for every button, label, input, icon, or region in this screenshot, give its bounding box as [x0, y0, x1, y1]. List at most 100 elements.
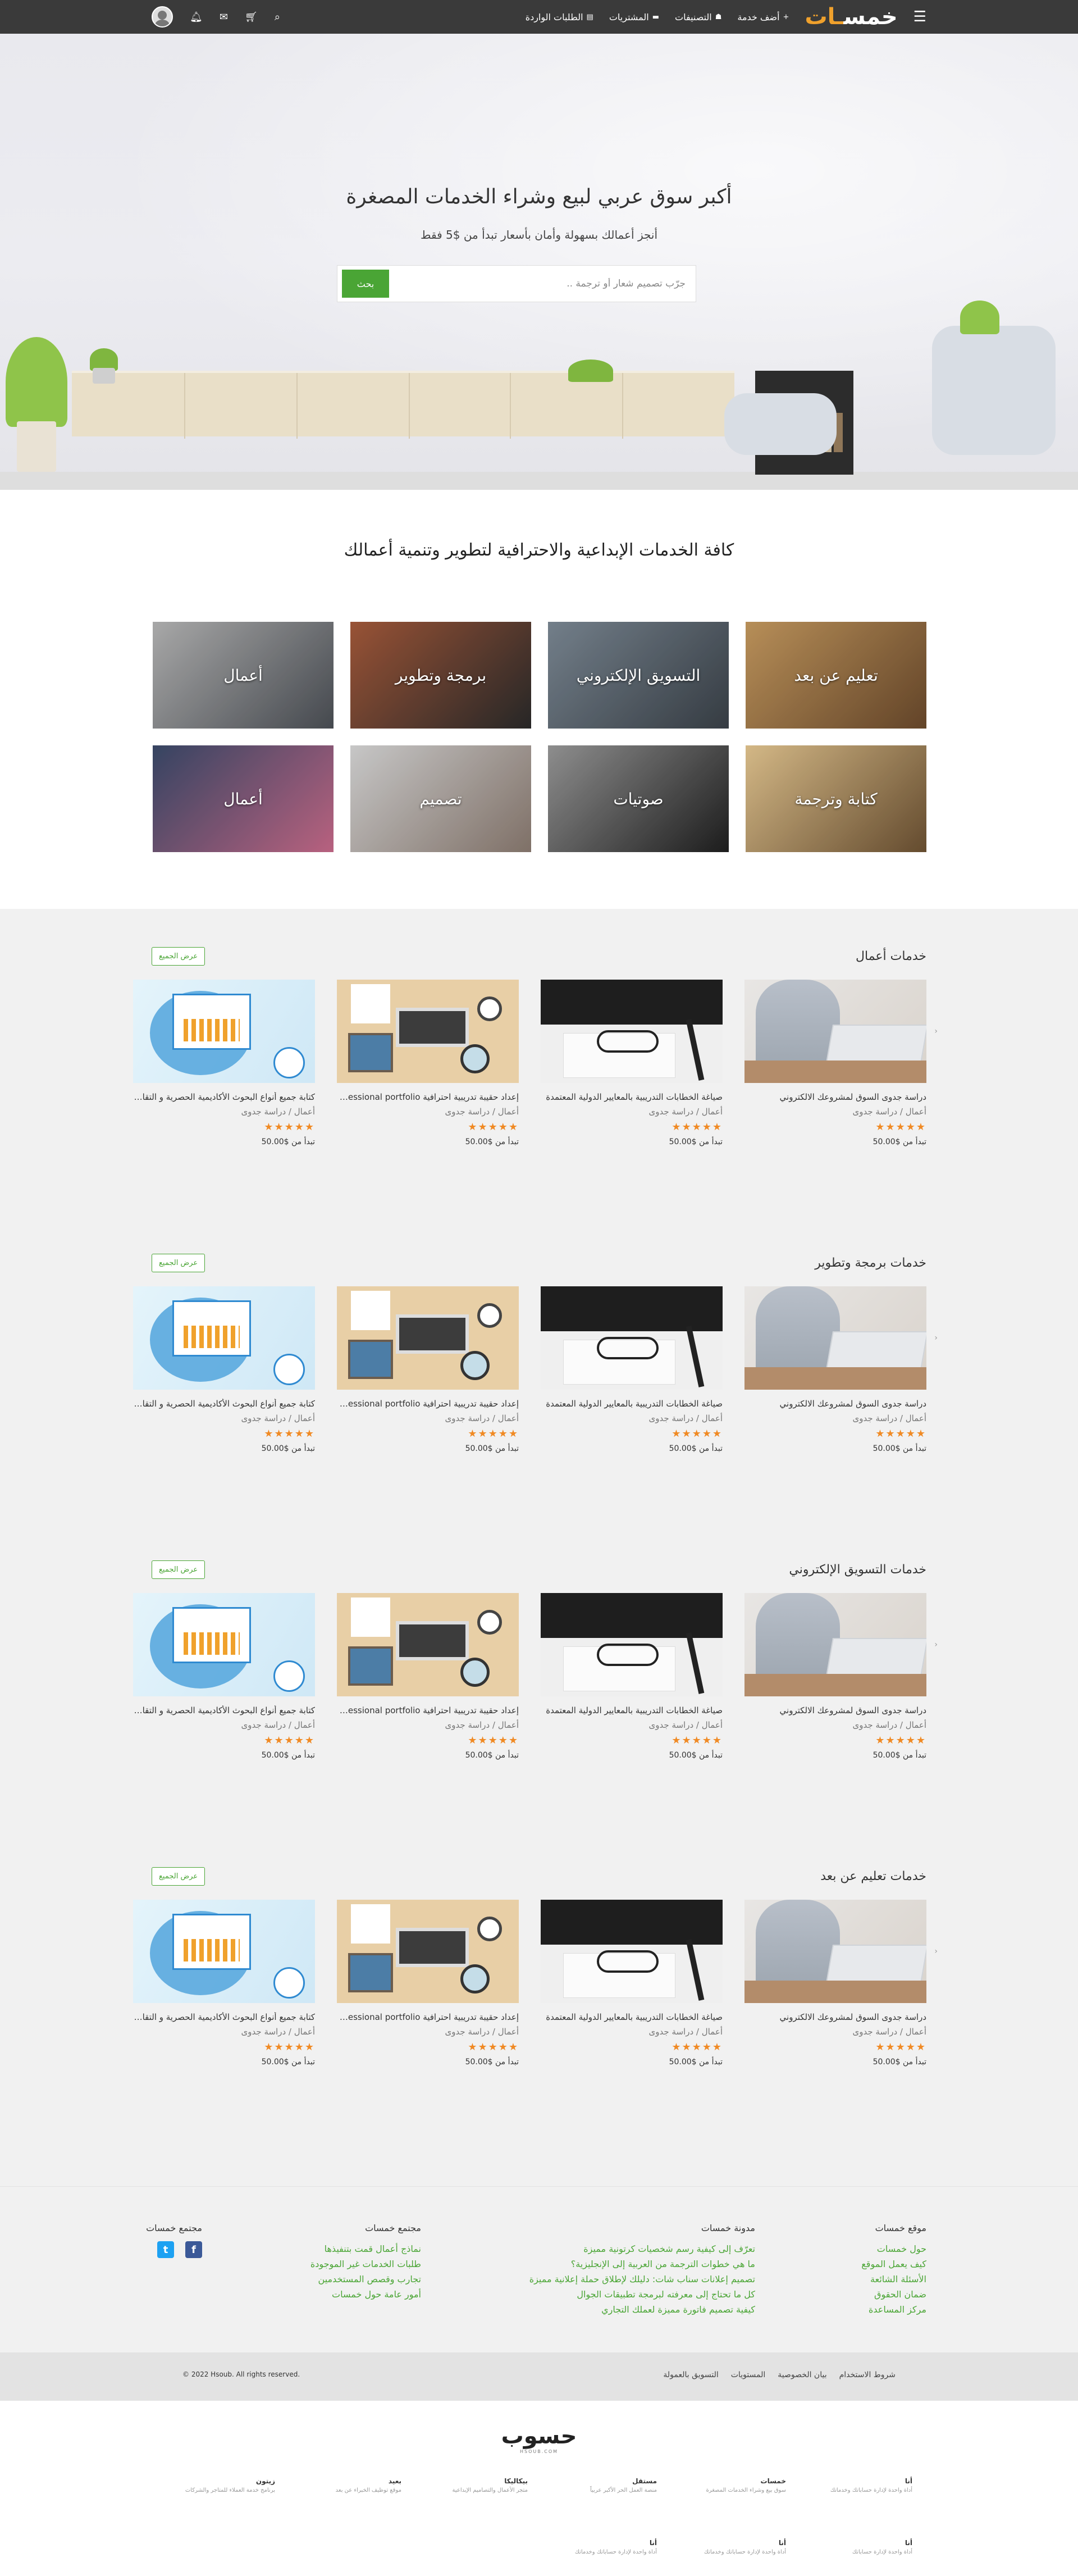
service-thumbnail[interactable] — [744, 980, 926, 1083]
nav-categories[interactable]: ☗ التصنيفات — [675, 12, 721, 22]
service-card-title[interactable]: كتابة جميع أنواع البحوث الأكاديمية الحصر… — [133, 2012, 315, 2022]
service-card-title[interactable]: دراسة جدوى السوق لمشروعك الالكتروني — [744, 1092, 926, 1102]
service-card[interactable]: إعداد حقيبة تدريبية احترافية professiona… — [337, 980, 519, 1146]
service-card[interactable]: دراسة جدوى السوق لمشروعك الالكتروني أعمال… — [744, 980, 926, 1146]
service-card-category[interactable]: أعمال / دراسة جدوى — [541, 1720, 723, 1730]
service-card-category[interactable]: أعمال / دراسة جدوى — [133, 2027, 315, 2037]
carousel-next-icon[interactable]: ‹ — [934, 1947, 938, 1956]
facebook-icon[interactable]: f — [185, 2241, 202, 2258]
footer-link[interactable]: نماذج أعمال قمت بتنفيذها — [310, 2241, 421, 2256]
service-card[interactable]: دراسة جدوى السوق لمشروعك الالكتروني أعمال… — [744, 1900, 926, 2067]
category-business[interactable]: أعمال — [153, 622, 334, 729]
service-card-category[interactable]: أعمال / دراسة جدوى — [337, 2027, 519, 2037]
service-card[interactable]: إعداد حقيبة تدريبية احترافية professiona… — [337, 1593, 519, 1760]
service-card-title[interactable]: دراسة جدوى السوق لمشروعك الالكتروني — [744, 1705, 926, 1715]
service-card[interactable]: صياغة الخطابات التدريبية بالمعايير الدول… — [541, 1900, 723, 2067]
footer-link[interactable]: مركز المساعدة — [861, 2302, 926, 2317]
service-card[interactable]: كتابة جميع أنواع البحوث الأكاديمية الحصر… — [133, 1286, 315, 1453]
cart-icon[interactable]: 🛒︎ — [245, 11, 258, 23]
carousel-next-icon[interactable]: ‹ — [934, 1333, 938, 1342]
category-e-marketing[interactable]: التسويق الإلكتروني — [548, 622, 729, 729]
service-card-title[interactable]: إعداد حقيبة تدريبية احترافية professiona… — [337, 1705, 519, 1715]
service-thumbnail[interactable] — [541, 1286, 723, 1390]
service-card-category[interactable]: أعمال / دراسة جدوى — [744, 1107, 926, 1117]
service-thumbnail[interactable] — [337, 1900, 519, 2003]
service-card[interactable]: صياغة الخطابات التدريبية بالمعايير الدول… — [541, 980, 723, 1146]
service-card-title[interactable]: صياغة الخطابات التدريبية بالمعايير الدول… — [541, 1092, 723, 1102]
nav-purchases[interactable]: ▬ المشتريات — [609, 12, 659, 22]
hero-search-input[interactable] — [389, 266, 696, 302]
mail-icon[interactable]: ✉ — [220, 11, 228, 23]
service-thumbnail[interactable] — [133, 1900, 315, 2003]
service-card-title[interactable]: كتابة جميع أنواع البحوث الأكاديمية الحصر… — [133, 1705, 315, 1715]
service-card-title[interactable]: صياغة الخطابات التدريبية بالمعايير الدول… — [541, 1705, 723, 1715]
service-card-title[interactable]: إعداد حقيبة تدريبية احترافية professiona… — [337, 1399, 519, 1409]
footer-link[interactable]: طلبات الخدمات غير الموجودة — [310, 2256, 421, 2272]
service-card-category[interactable]: أعمال / دراسة جدوى — [541, 2027, 723, 2037]
hsoub-product[interactable]: خمسات سوق بيع وشراء الخدمات المصغرة — [691, 2477, 786, 2495]
service-thumbnail[interactable] — [133, 1286, 315, 1390]
footer-link[interactable]: تجارب وقصص المستخدمين — [310, 2272, 421, 2287]
service-thumbnail[interactable] — [133, 1593, 315, 1696]
twitter-icon[interactable]: t — [157, 2241, 174, 2258]
service-card-category[interactable]: أعمال / دراسة جدوى — [133, 1413, 315, 1423]
footer-link[interactable]: الأسئلة الشائعة — [861, 2272, 926, 2287]
service-card[interactable]: كتابة جميع أنواع البحوث الأكاديمية الحصر… — [133, 980, 315, 1146]
service-thumbnail[interactable] — [541, 1593, 723, 1696]
hsoub-product[interactable]: أنا أداة واحدة لإدارة حساباتك وخدماتك — [561, 2539, 657, 2556]
service-thumbnail[interactable] — [744, 1900, 926, 2003]
affiliate-link[interactable]: التسويق بالعمولة — [663, 2370, 718, 2379]
service-card-category[interactable]: أعمال / دراسة جدوى — [337, 1107, 519, 1117]
hsoub-product[interactable]: بيكاليكا متجر الأعمال والتصاميم الإبداعية — [432, 2477, 528, 2495]
nav-incoming-orders[interactable]: ▤ الطلبات الواردة — [526, 12, 593, 22]
category-remote-learning[interactable]: تعليم عن بعد — [746, 622, 926, 729]
footer-link[interactable]: حول خمسات — [861, 2241, 926, 2256]
carousel-next-icon[interactable]: ‹ — [934, 1027, 938, 1036]
levels-link[interactable]: المستويات — [731, 2370, 766, 2379]
hsoub-product[interactable]: أنا أداة واحدة لإدارة حساباتك — [817, 2539, 912, 2556]
service-card-category[interactable]: أعمال / دراسة جدوى — [541, 1107, 723, 1117]
nav-add-service[interactable]: + أضف خدمة — [737, 12, 789, 22]
service-thumbnail[interactable] — [337, 1286, 519, 1390]
service-card-title[interactable]: صياغة الخطابات التدريبية بالمعايير الدول… — [541, 1399, 723, 1409]
service-card[interactable]: صياغة الخطابات التدريبية بالمعايير الدول… — [541, 1286, 723, 1453]
footer-link[interactable]: تعرّف إلى كيفية رسم شخصيات كرتونية مميزة — [529, 2241, 755, 2256]
service-card[interactable]: دراسة جدوى السوق لمشروعك الالكتروني أعمال… — [744, 1286, 926, 1453]
terms-link[interactable]: شروط الاستخدام — [839, 2370, 896, 2379]
service-card[interactable]: إعداد حقيبة تدريبية احترافية professiona… — [337, 1900, 519, 2067]
footer-link[interactable]: ضمان الحقوق — [861, 2287, 926, 2302]
hsoub-product[interactable]: زيتون برنامج خدمة العملاء للمتاجر والشركا… — [180, 2477, 275, 2495]
service-thumbnail[interactable] — [337, 1593, 519, 1696]
service-card-category[interactable]: أعمال / دراسة جدوى — [744, 1413, 926, 1423]
service-card-title[interactable]: دراسة جدوى السوق لمشروعك الالكتروني — [744, 1399, 926, 1409]
service-card-category[interactable]: أعمال / دراسة جدوى — [744, 2027, 926, 2037]
view-all-button[interactable]: عرض الجميع — [152, 1253, 205, 1272]
service-thumbnail[interactable] — [541, 1900, 723, 2003]
service-card-category[interactable]: أعمال / دراسة جدوى — [133, 1720, 315, 1730]
search-icon[interactable]: ⌕ — [275, 11, 280, 23]
footer-link[interactable]: أمور عامة حول خمسات — [310, 2287, 421, 2302]
service-card-category[interactable]: أعمال / دراسة جدوى — [541, 1413, 723, 1423]
service-card-category[interactable]: أعمال / دراسة جدوى — [337, 1413, 519, 1423]
hsoub-product[interactable]: بعيد موقع توظيف الخبراء عن بعد — [306, 2477, 401, 2495]
service-card-title[interactable]: كتابة جميع أنواع البحوث الأكاديمية الحصر… — [133, 1399, 315, 1409]
service-card-title[interactable]: إعداد حقيبة تدريبية احترافية professiona… — [337, 2012, 519, 2022]
service-thumbnail[interactable] — [541, 980, 723, 1083]
service-card[interactable]: إعداد حقيبة تدريبية احترافية professiona… — [337, 1286, 519, 1453]
site-logo[interactable]: خمسـات — [805, 0, 898, 34]
service-card-category[interactable]: أعمال / دراسة جدوى — [337, 1720, 519, 1730]
service-card[interactable]: كتابة جميع أنواع البحوث الأكاديمية الحصر… — [133, 1593, 315, 1760]
hsoub-logo[interactable]: حسوب HSOUB.COM — [0, 2423, 1078, 2454]
service-card[interactable]: كتابة جميع أنواع البحوث الأكاديمية الحصر… — [133, 1900, 315, 2067]
category-programming[interactable]: برمجة وتطوير — [350, 622, 531, 729]
service-card-category[interactable]: أعمال / دراسة جدوى — [133, 1107, 315, 1117]
hsoub-product[interactable]: أنا أداة واحدة لإدارة حساباتك وخدماتك — [817, 2477, 912, 2495]
category-audio[interactable]: صوتيات — [548, 745, 729, 852]
view-all-button[interactable]: عرض الجميع — [152, 1867, 205, 1886]
service-thumbnail[interactable] — [133, 980, 315, 1083]
service-card-title[interactable]: صياغة الخطابات التدريبية بالمعايير الدول… — [541, 2012, 723, 2022]
service-card-title[interactable]: كتابة جميع أنواع البحوث الأكاديمية الحصر… — [133, 1092, 315, 1102]
footer-link[interactable]: ما هي خطوات الترجمة من العربية إلى الإنج… — [529, 2256, 755, 2272]
category-writing-translation[interactable]: كتابة وترجمة — [746, 745, 926, 852]
service-card-category[interactable]: أعمال / دراسة جدوى — [744, 1720, 926, 1730]
